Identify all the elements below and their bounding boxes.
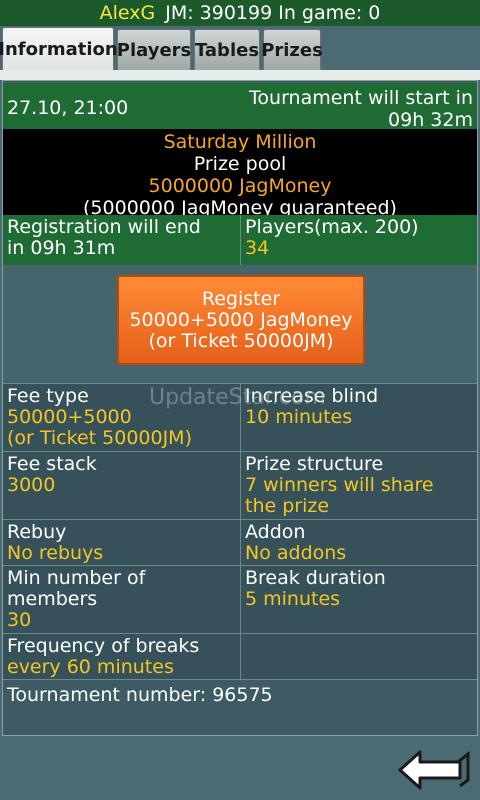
tournament-title: Saturday Million: [163, 131, 317, 153]
stack-structure-row: Fee stack 3000 Prize structure 7 winners…: [3, 451, 477, 520]
rebuy-cell: Rebuy No rebuys: [3, 520, 241, 566]
min-members-value: 30: [7, 609, 32, 631]
register-button[interactable]: Register 50000+5000 JagMoney (or Ticket …: [117, 275, 365, 365]
min-members-label2: members: [7, 588, 98, 610]
break-duration-label: Break duration: [245, 567, 386, 589]
tournament-start-countdown: Tournament will start in 09h 32m: [213, 87, 473, 131]
tournament-time-row: 27.10, 21:00 Tournament will start in 09…: [3, 83, 477, 131]
fee-stack-cell: Fee stack 3000: [3, 452, 241, 520]
rebuy-addon-row: Rebuy No rebuys Addon No addons: [3, 519, 477, 566]
prize-pool-block: Saturday Million Prize pool 5000000 JagM…: [3, 129, 477, 219]
registration-end-line1: Registration will end: [7, 216, 201, 238]
increase-blind-label: Increase blind: [245, 385, 379, 407]
tournament-datetime: 27.10, 21:00: [7, 97, 129, 119]
register-button-line3: (or Ticket 50000JM): [148, 330, 334, 352]
prize-structure-cell: Prize structure 7 winners will share the…: [241, 452, 477, 520]
register-button-line2: 50000+5000 JagMoney: [129, 309, 353, 331]
username: AlexG: [99, 2, 156, 24]
register-button-line1: Register: [201, 288, 281, 310]
addon-label: Addon: [245, 521, 306, 543]
tab-prizes[interactable]: Prizes: [261, 29, 323, 70]
fee-blind-row: Fee type 50000+5000 (or Ticket 50000JM) …: [3, 383, 477, 452]
fee-type-label: Fee type: [7, 385, 89, 407]
status-bar: AlexG JM: 390199 In game: 0: [0, 0, 480, 26]
members-break-row: Min number of members 30 Break duration …: [3, 565, 477, 634]
tournament-number: Tournament number: 96575: [7, 684, 273, 706]
prize-structure-value2: the prize: [245, 495, 330, 517]
tab-tables[interactable]: Tables: [194, 29, 260, 70]
min-members-cell: Min number of members 30: [3, 566, 241, 634]
addon-cell: Addon No addons: [241, 520, 477, 566]
fee-type-cell: Fee type 50000+5000 (or Ticket 50000JM): [3, 384, 241, 452]
prize-pool-amount: 5000000 JagMoney: [148, 175, 332, 197]
players-cell: Players(max. 200) 34: [241, 215, 477, 265]
break-frequency-row: Frequency of breaks every 60 minutes: [3, 633, 477, 680]
back-arrow-icon: [398, 750, 470, 790]
tournament-info-panel: 27.10, 21:00 Tournament will start in 09…: [2, 80, 478, 736]
fee-stack-label: Fee stack: [7, 453, 97, 475]
players-label: Players(max. 200): [245, 216, 419, 238]
prize-structure-label: Prize structure: [245, 453, 384, 475]
prize-structure-value1: 7 winners will share: [245, 474, 434, 496]
registration-end-line2: in 09h 31m: [7, 237, 116, 259]
back-button[interactable]: [396, 744, 472, 792]
break-frequency-cell: Frequency of breaks every 60 minutes: [3, 634, 241, 680]
tournament-number-row: Tournament number: 96575: [3, 679, 477, 710]
prize-pool-label: Prize pool: [193, 153, 287, 175]
fee-type-value2: (or Ticket 50000JM): [7, 427, 192, 449]
break-duration-cell: Break duration 5 minutes: [241, 566, 477, 634]
break-frequency-value: every 60 minutes: [7, 656, 174, 678]
balance-stats: JM: 390199 In game: 0: [165, 2, 381, 24]
rebuy-value: No rebuys: [7, 542, 104, 564]
break-frequency-label: Frequency of breaks: [7, 635, 200, 657]
fee-type-value1: 50000+5000: [7, 406, 132, 428]
increase-blind-cell: Increase blind 10 minutes: [241, 384, 477, 452]
start-countdown-line1: Tournament will start in: [249, 87, 473, 109]
register-area: Register 50000+5000 JagMoney (or Ticket …: [3, 265, 477, 383]
tab-bar: Information Players Tables Prizes: [0, 26, 480, 70]
addon-value: No addons: [245, 542, 347, 564]
fee-stack-value: 3000: [7, 474, 56, 496]
tab-underline: [0, 70, 480, 80]
increase-blind-value: 10 minutes: [245, 406, 353, 428]
min-members-label1: Min number of: [7, 567, 146, 589]
rebuy-label: Rebuy: [7, 521, 67, 543]
tab-information[interactable]: Information: [0, 27, 118, 70]
start-countdown-line2: 09h 32m: [388, 109, 473, 131]
break-duration-value: 5 minutes: [245, 588, 341, 610]
registration-row: Registration will end in 09h 31m Players…: [3, 215, 477, 265]
tab-players[interactable]: Players: [117, 29, 191, 70]
registration-end-cell: Registration will end in 09h 31m: [3, 215, 241, 265]
players-value: 34: [245, 237, 270, 259]
